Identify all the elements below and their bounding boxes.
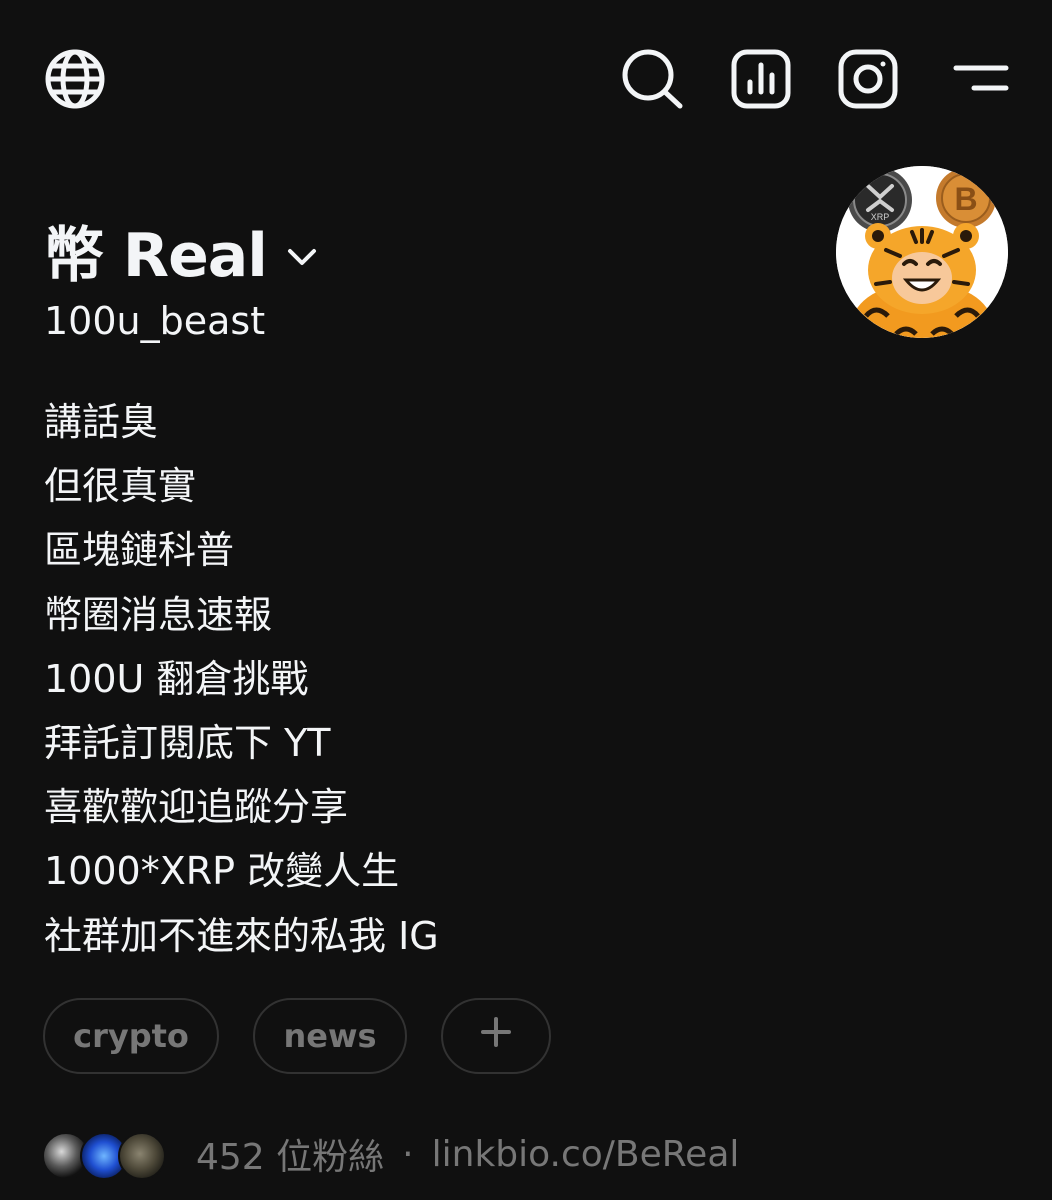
bio-line: 拜託訂閱底下 YT (44, 720, 331, 765)
follower-avatars[interactable] (42, 1128, 172, 1180)
tag-news[interactable]: news (253, 998, 407, 1074)
follower-avatar (118, 1132, 166, 1180)
bio-line: 喜歡歡迎追蹤分享 (44, 785, 349, 830)
tag-crypto[interactable]: crypto (43, 998, 219, 1074)
bio: 講話臭 但很真實 區塊鏈科普 幣圈消息速報 100U 翻倉挑戰 拜託訂閱底下 Y… (44, 390, 439, 968)
globe-icon[interactable] (44, 48, 106, 110)
top-bar (0, 0, 1052, 160)
bio-line: 幣圈消息速報 (44, 592, 273, 637)
profile-name-row[interactable]: 幣 Real (44, 220, 317, 292)
profile-footer: 452 位粉絲 · linkbio.co/BeReal (42, 1126, 739, 1182)
add-tag-button[interactable] (441, 998, 551, 1074)
xrp-coin-label: XRP (871, 212, 890, 222)
bitcoin-coin-icon: B (936, 168, 996, 228)
search-icon[interactable] (620, 48, 684, 110)
follower-count[interactable]: 452 位粉絲 (196, 1128, 384, 1180)
xrp-coin-icon: XRP (848, 168, 912, 232)
bio-line: 講話臭 (44, 400, 159, 444)
bio-line: 但很真實 (44, 464, 197, 509)
menu-icon[interactable] (950, 60, 1010, 94)
plus-icon (481, 1017, 511, 1055)
interest-tags: crypto news (43, 998, 585, 1074)
separator-dot: · (402, 1133, 414, 1175)
bitcoin-coin-label: B (954, 181, 977, 217)
bio-line: 1000*XRP 改變人生 (44, 849, 400, 894)
instagram-icon[interactable] (837, 48, 899, 110)
username: 100u_beast (44, 299, 266, 343)
bio-line: 社群加不進來的私我 IG (44, 913, 439, 958)
bio-line: 區塊鏈科普 (44, 528, 235, 573)
bio-link[interactable]: linkbio.co/BeReal (432, 1134, 740, 1175)
chevron-down-icon[interactable] (287, 247, 317, 271)
bio-line: 100U 翻倉挑戰 (44, 656, 309, 701)
avatar[interactable]: XRP B (836, 166, 1008, 338)
display-name: 幣 Real (44, 221, 268, 291)
insights-icon[interactable] (730, 48, 792, 110)
